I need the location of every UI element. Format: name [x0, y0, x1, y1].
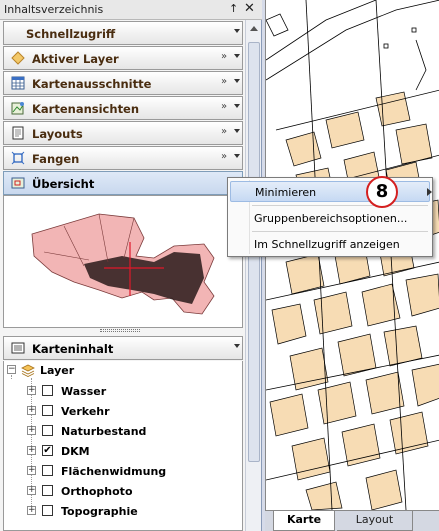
list-icon	[11, 342, 25, 354]
menu-item-label: Gruppenbereichsoptionen...	[254, 212, 408, 225]
chevron-down-icon[interactable]	[234, 344, 240, 348]
map-tabbar: Karte Layout	[265, 510, 439, 531]
layer-label: Flächenwidmung	[61, 465, 167, 478]
group-label: Kartenausschnitte	[32, 77, 152, 91]
overview-icon	[11, 177, 25, 189]
expand-toggle[interactable]: +	[27, 446, 36, 455]
chevron-down-icon[interactable]	[234, 129, 240, 133]
layer-visibility-checkbox[interactable]	[42, 385, 53, 396]
layer-row[interactable]: + ✔ DKM	[4, 443, 240, 459]
layer-tree: − Layer + Wasser + Verkehr + Naturbestand + ✔ DK…	[3, 361, 243, 531]
expand-toggle[interactable]: +	[27, 406, 36, 415]
splitter-handle[interactable]	[100, 329, 140, 332]
layer-group-row[interactable]: − Layer	[4, 362, 240, 378]
group-label: Fangen	[32, 152, 80, 166]
layer-visibility-checkbox[interactable]: ✔	[42, 445, 53, 456]
group-schnellzugriff[interactable]: Schnellzugriff	[3, 21, 243, 45]
expand-toggle[interactable]: +	[27, 426, 36, 435]
map-view-icon	[11, 102, 24, 115]
panel-scrollbar[interactable]	[245, 20, 261, 531]
expand-toggle[interactable]: +	[27, 506, 36, 515]
layer-label: Topographie	[61, 505, 138, 518]
chevron-down-icon[interactable]	[234, 79, 240, 83]
layer-visibility-checkbox[interactable]	[42, 505, 53, 516]
double-chevron-icon[interactable]: »	[221, 51, 227, 62]
double-chevron-icon[interactable]: »	[221, 101, 227, 112]
double-chevron-icon[interactable]: »	[221, 76, 227, 87]
group-kartenansichten[interactable]: Kartenansichten »	[3, 96, 243, 120]
group-label: Übersicht	[32, 177, 95, 191]
menu-separator	[252, 231, 428, 232]
layer-visibility-checkbox[interactable]	[42, 425, 53, 436]
layer-visibility-checkbox[interactable]	[42, 405, 53, 416]
chevron-down-icon[interactable]	[234, 104, 240, 108]
group-label: Layouts	[32, 127, 83, 141]
diamond-icon	[11, 51, 25, 65]
double-chevron-icon[interactable]: »	[221, 151, 227, 162]
group-label: Kartenansichten	[32, 102, 140, 116]
expand-toggle[interactable]: +	[27, 386, 36, 395]
group-aktiver-layer[interactable]: Aktiver Layer »	[3, 46, 243, 70]
group-label: Schnellzugriff	[26, 27, 116, 41]
layer-visibility-checkbox[interactable]	[42, 485, 53, 496]
panel-titlebar: Inhaltsverzeichnis ↑ ✕	[0, 0, 262, 20]
scroll-up-icon[interactable]	[250, 26, 258, 31]
layer-label: Orthophoto	[61, 485, 133, 498]
expand-toggle[interactable]: +	[27, 486, 36, 495]
context-menu: Minimieren Gruppenbereichsoptionen... Im…	[227, 177, 433, 257]
overview-map-image	[31, 213, 215, 315]
chevron-down-icon[interactable]	[234, 29, 240, 33]
layer-label: Wasser	[61, 385, 107, 398]
layer-label: Naturbestand	[61, 425, 147, 438]
chevron-down-icon[interactable]	[234, 54, 240, 58]
layer-label: Verkehr	[61, 405, 110, 418]
tab-karte[interactable]: Karte	[273, 511, 335, 531]
expand-toggle[interactable]: +	[27, 466, 36, 475]
group-fangen[interactable]: Fangen »	[3, 146, 243, 170]
close-icon[interactable]: ✕	[244, 1, 255, 16]
toc-panel: Inhaltsverzeichnis ↑ ✕ Schnellzugriff Ak…	[0, 0, 262, 531]
layer-visibility-checkbox[interactable]	[42, 465, 53, 476]
layer-row[interactable]: + Topographie	[4, 503, 240, 519]
overview-map[interactable]	[3, 195, 243, 328]
menu-item-label: Im Schnellzugriff anzeigen	[254, 238, 400, 251]
pin-icon[interactable]: ↑	[229, 2, 238, 15]
snap-icon	[11, 151, 25, 165]
collapse-toggle[interactable]: −	[7, 365, 16, 374]
panel-title: Inhaltsverzeichnis	[4, 3, 104, 16]
layer-row[interactable]: + Flächenwidmung	[4, 463, 240, 479]
layer-row[interactable]: + Verkehr	[4, 403, 240, 419]
layer-row[interactable]: + Naturbestand	[4, 423, 240, 439]
grid-icon	[11, 76, 25, 90]
layer-row[interactable]: + Wasser	[4, 383, 240, 399]
layout-icon	[12, 126, 24, 140]
menu-separator	[252, 205, 428, 206]
group-label: Aktiver Layer	[32, 52, 119, 66]
group-karteninhalt[interactable]: Karteninhalt	[3, 336, 243, 360]
group-layouts[interactable]: Layouts »	[3, 121, 243, 145]
group-kartenausschnitte[interactable]: Kartenausschnitte »	[3, 71, 243, 95]
layer-label: DKM	[61, 445, 90, 458]
step-number-badge: 8	[366, 176, 398, 208]
tab-layout[interactable]: Layout	[337, 511, 413, 531]
chevron-down-icon[interactable]	[234, 154, 240, 158]
menu-item-schnellzugriff-anzeigen[interactable]: Im Schnellzugriff anzeigen	[230, 234, 430, 255]
group-uebersicht[interactable]: Übersicht	[3, 171, 243, 195]
menu-item-label: Minimieren	[255, 186, 317, 199]
menu-item-gruppenbereichsoptionen[interactable]: Gruppenbereichsoptionen...	[230, 208, 430, 229]
double-chevron-icon[interactable]: »	[221, 126, 227, 137]
menu-item-minimieren[interactable]: Minimieren	[230, 181, 432, 202]
layer-group-label: Layer	[40, 364, 75, 377]
group-label: Karteninhalt	[32, 342, 114, 356]
layers-icon	[21, 364, 35, 377]
layer-row[interactable]: + Orthophoto	[4, 483, 240, 499]
chevron-right-icon	[427, 188, 432, 196]
